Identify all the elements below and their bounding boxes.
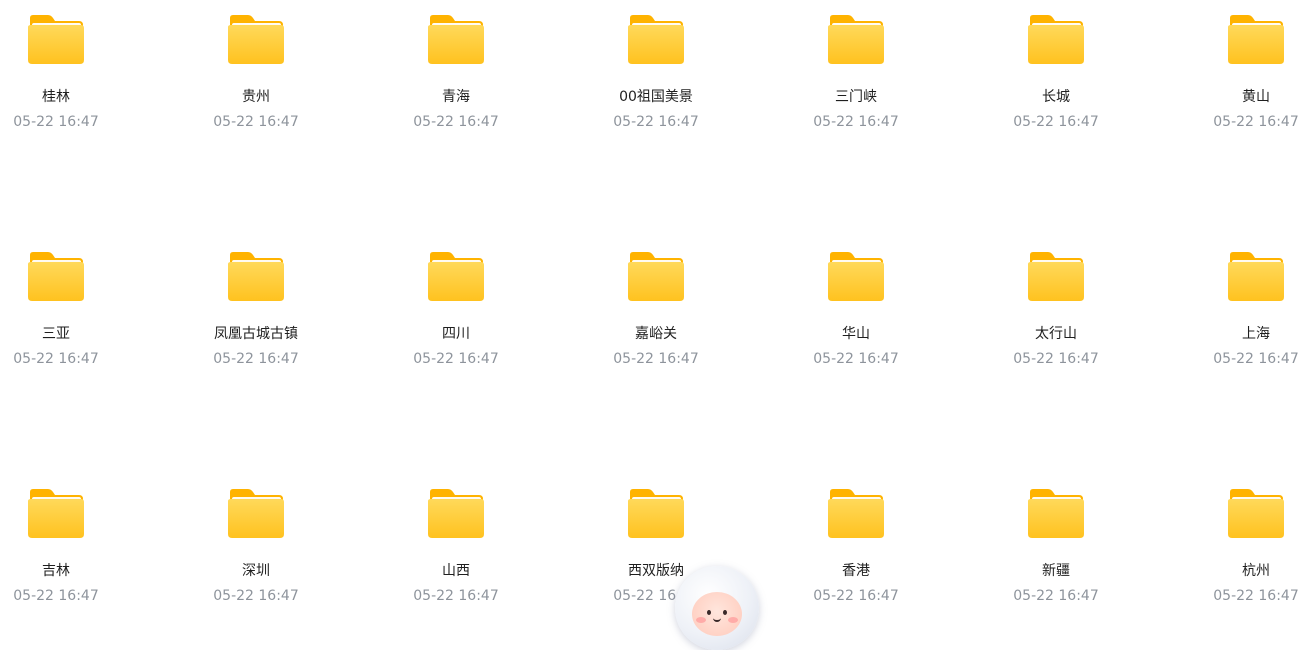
- folder-icon: [1226, 14, 1286, 66]
- folder-item[interactable]: 嘉峪关 05-22 16:47: [556, 237, 756, 387]
- folder-name: 青海: [442, 89, 470, 105]
- folder-icon: [226, 251, 286, 303]
- folder-icon: [426, 14, 486, 66]
- folder-item[interactable]: 贵州 05-22 16:47: [156, 0, 356, 150]
- mascot-cheek-right: [728, 617, 738, 623]
- folder-item[interactable]: 00祖国美景 05-22 16:47: [556, 0, 756, 150]
- mascot-face: [692, 592, 742, 636]
- folder-item[interactable]: 四川 05-22 16:47: [356, 237, 556, 387]
- folder-icon: [226, 14, 286, 66]
- folder-icon: [626, 251, 686, 303]
- folder-name: 上海: [1242, 326, 1270, 342]
- folder-name: 00祖国美景: [619, 89, 693, 105]
- folder-item[interactable]: 深圳 05-22 16:47: [156, 474, 356, 624]
- folder-name: 三门峡: [835, 89, 877, 105]
- folder-date: 05-22 16:47: [813, 114, 899, 130]
- folder-item[interactable]: 青海 05-22 16:47: [356, 0, 556, 150]
- folder-name: 杭州: [1242, 563, 1270, 579]
- folder-name: 华山: [842, 326, 870, 342]
- folder-item[interactable]: 吉林 05-22 16:47: [0, 474, 156, 624]
- folder-date: 05-22 16:47: [613, 114, 699, 130]
- mascot-avatar-icon[interactable]: [675, 566, 759, 650]
- folder-icon: [826, 251, 886, 303]
- folder-icon: [626, 14, 686, 66]
- folder-date: 05-22 16:47: [213, 114, 299, 130]
- folder-item[interactable]: 三亚 05-22 16:47: [0, 237, 156, 387]
- folder-name: 嘉峪关: [635, 326, 677, 342]
- folder-item[interactable]: 山西 05-22 16:47: [356, 474, 556, 624]
- folder-date: 05-22 16:47: [1013, 588, 1099, 604]
- folder-item[interactable]: 香港 05-22 16:47: [756, 474, 956, 624]
- folder-icon: [426, 488, 486, 540]
- folder-date: 05-22 16:47: [413, 114, 499, 130]
- folder-item[interactable]: 长城 05-22 16:47: [956, 0, 1156, 150]
- folder-date: 05-22 16:47: [13, 351, 99, 367]
- folder-icon: [26, 488, 86, 540]
- folder-icon: [1226, 251, 1286, 303]
- folder-item[interactable]: 杭州 05-22 16:47: [1156, 474, 1314, 624]
- folder-date: 05-22 16:47: [1013, 351, 1099, 367]
- folder-name: 太行山: [1035, 326, 1077, 342]
- folder-icon: [1026, 14, 1086, 66]
- folder-icon: [1226, 488, 1286, 540]
- folder-name: 桂林: [42, 89, 70, 105]
- folder-name: 三亚: [42, 326, 70, 342]
- folder-item[interactable]: 凤凰古城古镇 05-22 16:47: [156, 237, 356, 387]
- folder-name: 凤凰古城古镇: [214, 326, 298, 342]
- mascot-eye-left: [707, 610, 711, 615]
- file-grid: 桂林 05-22 16:47 贵州 05-22 16:47 青海 05-22 16:47 0…: [0, 0, 1314, 619]
- folder-date: 05-22 16:47: [813, 588, 899, 604]
- folder-name: 长城: [1042, 89, 1070, 105]
- mascot-mouth: [713, 616, 721, 622]
- folder-name: 四川: [442, 326, 470, 342]
- folder-name: 香港: [842, 563, 870, 579]
- mascot-eye-right: [723, 610, 727, 615]
- folder-name: 贵州: [242, 89, 270, 105]
- folder-date: 05-22 16:47: [213, 588, 299, 604]
- folder-name: 山西: [442, 563, 470, 579]
- folder-date: 05-22 16:47: [1213, 114, 1299, 130]
- folder-item[interactable]: 三门峡 05-22 16:47: [756, 0, 956, 150]
- folder-name: 黄山: [1242, 89, 1270, 105]
- folder-icon: [26, 251, 86, 303]
- folder-icon: [26, 14, 86, 66]
- folder-date: 05-22 16:47: [613, 351, 699, 367]
- folder-date: 05-22 16:47: [413, 588, 499, 604]
- folder-icon: [226, 488, 286, 540]
- folder-icon: [826, 488, 886, 540]
- folder-icon: [426, 251, 486, 303]
- folder-item[interactable]: 华山 05-22 16:47: [756, 237, 956, 387]
- folder-name: 深圳: [242, 563, 270, 579]
- folder-item[interactable]: 太行山 05-22 16:47: [956, 237, 1156, 387]
- folder-icon: [1026, 251, 1086, 303]
- folder-date: 05-22 16:47: [13, 114, 99, 130]
- folder-item[interactable]: 桂林 05-22 16:47: [0, 0, 156, 150]
- folder-name: 吉林: [42, 563, 70, 579]
- folder-date: 05-22 16:47: [1013, 114, 1099, 130]
- folder-name: 新疆: [1042, 563, 1070, 579]
- mascot-cheek-left: [696, 617, 706, 623]
- folder-item[interactable]: 上海 05-22 16:47: [1156, 237, 1314, 387]
- folder-item[interactable]: 新疆 05-22 16:47: [956, 474, 1156, 624]
- folder-date: 05-22 16:47: [1213, 588, 1299, 604]
- folder-item[interactable]: 黄山 05-22 16:47: [1156, 0, 1314, 150]
- folder-date: 05-22 16:47: [813, 351, 899, 367]
- folder-icon: [1026, 488, 1086, 540]
- folder-date: 05-22 16:47: [413, 351, 499, 367]
- folder-date: 05-22 16:47: [13, 588, 99, 604]
- folder-icon: [826, 14, 886, 66]
- folder-date: 05-22 16:47: [213, 351, 299, 367]
- folder-icon: [626, 488, 686, 540]
- folder-date: 05-22 16:47: [1213, 351, 1299, 367]
